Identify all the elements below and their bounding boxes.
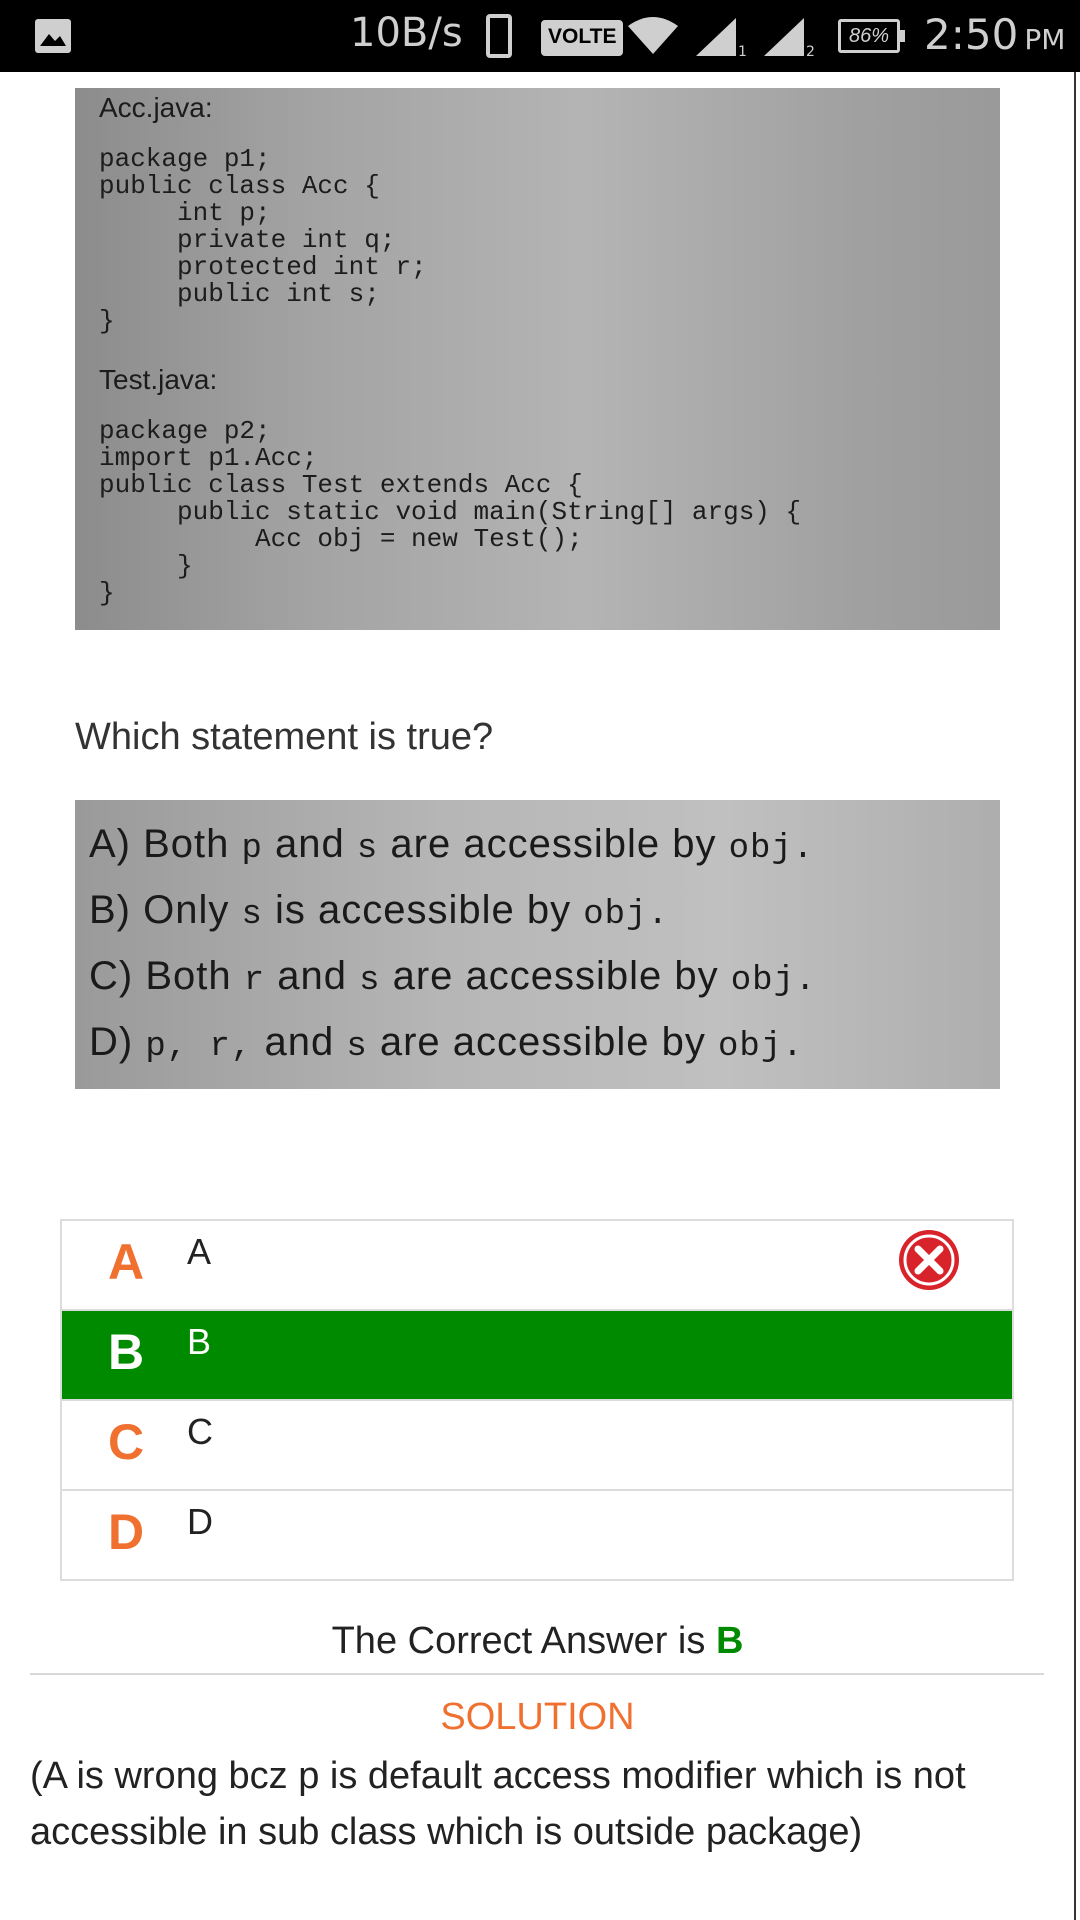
option-mid: and — [252, 1020, 347, 1064]
option-member: r — [243, 962, 266, 1000]
correct-answer-prefix: The Correct Answer is — [331, 1620, 706, 1662]
answer-text: A — [187, 1231, 212, 1272]
option-prefix: C) Both — [89, 954, 244, 998]
clock-time: 2:50 — [924, 10, 1019, 59]
option-suffix: are accessible by — [380, 954, 731, 998]
answer-letter: D — [108, 1504, 145, 1560]
answer-letter: C — [108, 1414, 145, 1470]
status-bar: 10B/s VOLTE 1 2 86% 2:50 PM — [0, 0, 1080, 72]
answer-text: D — [187, 1501, 213, 1542]
option-obj: obj. — [728, 830, 815, 868]
answer-text: B — [187, 1321, 212, 1362]
signal-sim1-icon: 1 — [696, 18, 747, 58]
option-member: s — [346, 1028, 368, 1066]
option-image-line: A) Both p and s are accessible by obj. — [89, 822, 814, 868]
option-prefix: D) — [89, 1020, 146, 1064]
option-image-line: D) p, r, and s are accessible by obj. — [89, 1020, 804, 1066]
correct-answer-value: B — [715, 1620, 744, 1662]
clock-ampm: PM — [1024, 23, 1066, 56]
option-image-line: C) Both r and s are accessible by obj. — [89, 954, 816, 1000]
volte-badge: VOLTE — [541, 20, 624, 56]
option-member: s — [359, 962, 381, 1000]
option-prefix: A) Both — [89, 822, 242, 866]
option-obj: obj. — [730, 962, 817, 1000]
correct-answer-line: The Correct Answer is B — [0, 1620, 1075, 1663]
option-member: p, r, — [145, 1028, 253, 1066]
answer-option-a[interactable]: A A — [62, 1221, 1012, 1311]
option-obj: obj. — [718, 1028, 804, 1066]
option-suffix: are accessible by — [378, 822, 729, 866]
answer-letter: B — [108, 1324, 145, 1380]
image-notification-icon — [35, 19, 71, 53]
answer-option-d[interactable]: D D — [62, 1491, 1012, 1579]
option-mid: and — [265, 954, 360, 998]
wifi-icon — [628, 17, 678, 54]
answer-option-c[interactable]: C C — [62, 1401, 1012, 1491]
network-speed: 10B/s — [350, 10, 463, 56]
battery-indicator: 86% — [838, 19, 906, 53]
option-member: p — [241, 830, 263, 868]
option-member: s — [241, 896, 263, 934]
option-mid: is accessible by — [262, 888, 584, 932]
option-obj: obj. — [583, 896, 669, 934]
phone-icon — [486, 14, 512, 58]
option-prefix: B) Only — [89, 888, 242, 932]
answer-text: C — [187, 1411, 213, 1452]
code-file1-name: Acc.java: — [99, 92, 213, 123]
answer-list: A A B B C C D D — [60, 1219, 1014, 1581]
clock: 2:50 PM — [924, 10, 1065, 59]
sim1-label: 1 — [738, 44, 747, 58]
solution-heading: SOLUTION — [440, 1696, 635, 1738]
wrong-answer-icon — [899, 1230, 959, 1290]
question-options-image: A) Both p and s are accessible by obj. B… — [75, 800, 1000, 1089]
divider — [30, 1673, 1044, 1675]
option-member: s — [356, 830, 379, 868]
option-mid: and — [262, 822, 357, 866]
signal-sim2-icon: 2 — [764, 18, 815, 58]
sim2-label: 2 — [806, 44, 815, 58]
question-text: Which statement is true? — [75, 716, 494, 758]
code-file1-body: package p1; public class Acc { int p; pr… — [99, 144, 427, 336]
question-code-image: Acc.java: package p1; public class Acc {… — [75, 88, 1000, 630]
option-image-line: B) Only s is accessible by obj. — [89, 888, 669, 934]
answer-letter: A — [108, 1234, 145, 1290]
answer-option-b[interactable]: B B — [62, 1311, 1012, 1401]
solution-text: (A is wrong bcz p is default access modi… — [30, 1755, 966, 1853]
option-suffix: are accessible by — [367, 1020, 719, 1064]
code-file2-body: package p2; import p1.Acc; public class … — [99, 416, 802, 608]
code-file2-name: Test.java: — [99, 364, 218, 395]
